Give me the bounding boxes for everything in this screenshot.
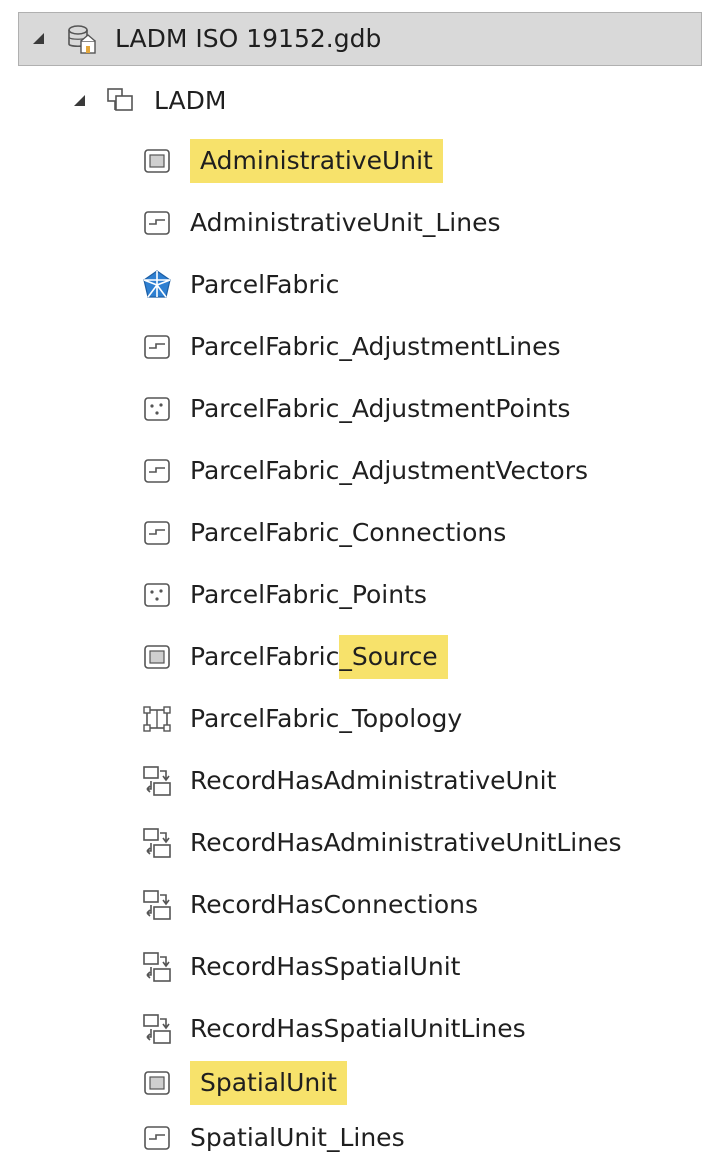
tree-item-label: ParcelFabric_AdjustmentVectors	[190, 456, 589, 485]
relationship-class-icon	[140, 888, 174, 922]
tree-item[interactable]: AdministrativeUnit	[140, 130, 443, 192]
relationship-class-icon	[140, 826, 174, 860]
relationship-class-icon	[140, 1012, 174, 1046]
geodatabase-label: LADM ISO 19152.gdb	[115, 24, 382, 53]
polygon-feature-class-icon	[140, 1066, 174, 1100]
tree-item-label: RecordHasAdministrativeUnit	[190, 766, 557, 795]
tree-item-label: AdministrativeUnit	[190, 139, 443, 183]
tree-node-geodatabase[interactable]: LADM ISO 19152.gdb	[18, 12, 702, 66]
tree-item[interactable]: RecordHasSpatialUnitLines	[140, 998, 526, 1060]
geodatabase-icon	[65, 22, 99, 56]
tree-item[interactable]: ParcelFabric_Points	[140, 564, 427, 626]
relationship-class-icon	[140, 950, 174, 984]
tree-item[interactable]: ParcelFabric_AdjustmentPoints	[140, 378, 570, 440]
tree-item-label: ParcelFabric_AdjustmentPoints	[190, 394, 571, 423]
tree-item-label: ParcelFabric_Connections	[190, 518, 507, 547]
tree-item[interactable]: AdministrativeUnit_Lines	[140, 192, 501, 254]
tree-node-feature-dataset[interactable]: LADM	[18, 70, 226, 132]
polygon-feature-class-icon	[140, 144, 174, 178]
point-feature-class-icon	[140, 578, 174, 612]
feature-dataset-icon	[104, 84, 138, 118]
tree-item[interactable]: ParcelFabric_AdjustmentVectors	[140, 440, 588, 502]
tree-item-label: AdministrativeUnit_Lines	[190, 208, 501, 237]
line-feature-class-icon	[140, 206, 174, 240]
tree-item[interactable]: RecordHasAdministrativeUnitLines	[140, 812, 622, 874]
tree-item-label: RecordHasSpatialUnit	[190, 952, 461, 981]
polygon-feature-class-icon	[140, 640, 174, 674]
parcel-fabric-icon	[140, 268, 174, 302]
tree-item-label: RecordHasConnections	[190, 890, 479, 919]
tree-item-label: RecordHasAdministrativeUnitLines	[190, 828, 622, 857]
tree-item-label: ParcelFabric_Source	[190, 635, 448, 679]
topology-icon	[140, 702, 174, 736]
point-feature-class-icon	[140, 392, 174, 426]
line-feature-class-icon	[140, 1121, 174, 1155]
line-feature-class-icon	[140, 330, 174, 364]
tree-item-label: SpatialUnit_Lines	[190, 1123, 405, 1152]
tree-item-label-highlight: _Source	[339, 635, 448, 679]
collapse-arrow-icon[interactable]	[74, 95, 86, 107]
tree-item-label: ParcelFabric_Topology	[190, 704, 463, 733]
tree-item[interactable]: ParcelFabric_Source	[140, 626, 448, 688]
tree-item-label: RecordHasSpatialUnitLines	[190, 1014, 526, 1043]
tree-item[interactable]: ParcelFabric	[140, 254, 339, 316]
tree-item[interactable]: SpatialUnit	[140, 1052, 347, 1114]
tree-item[interactable]: RecordHasSpatialUnit	[140, 936, 460, 998]
tree-item[interactable]: ParcelFabric_Topology	[140, 688, 462, 750]
tree-item-label: SpatialUnit	[190, 1061, 347, 1105]
tree-item-label-prefix: ParcelFabric	[190, 642, 340, 671]
tree-item[interactable]: SpatialUnit_Lines	[140, 1112, 405, 1164]
tree-item[interactable]: ParcelFabric_AdjustmentLines	[140, 316, 560, 378]
tree-item-label: ParcelFabric	[190, 270, 340, 299]
tree-item[interactable]: RecordHasAdministrativeUnit	[140, 750, 556, 812]
line-feature-class-icon	[140, 454, 174, 488]
tree-item[interactable]: ParcelFabric_Connections	[140, 502, 506, 564]
feature-dataset-label: LADM	[154, 86, 227, 115]
tree-item-label: ParcelFabric_Points	[190, 580, 427, 609]
collapse-arrow-icon[interactable]	[33, 33, 45, 45]
tree-item[interactable]: RecordHasConnections	[140, 874, 478, 936]
tree-item-label: ParcelFabric_AdjustmentLines	[190, 332, 561, 361]
relationship-class-icon	[140, 764, 174, 798]
line-feature-class-icon	[140, 516, 174, 550]
catalog-tree-panel: LADM ISO 19152.gdb LADM AdministrativeUn…	[18, 0, 702, 1165]
